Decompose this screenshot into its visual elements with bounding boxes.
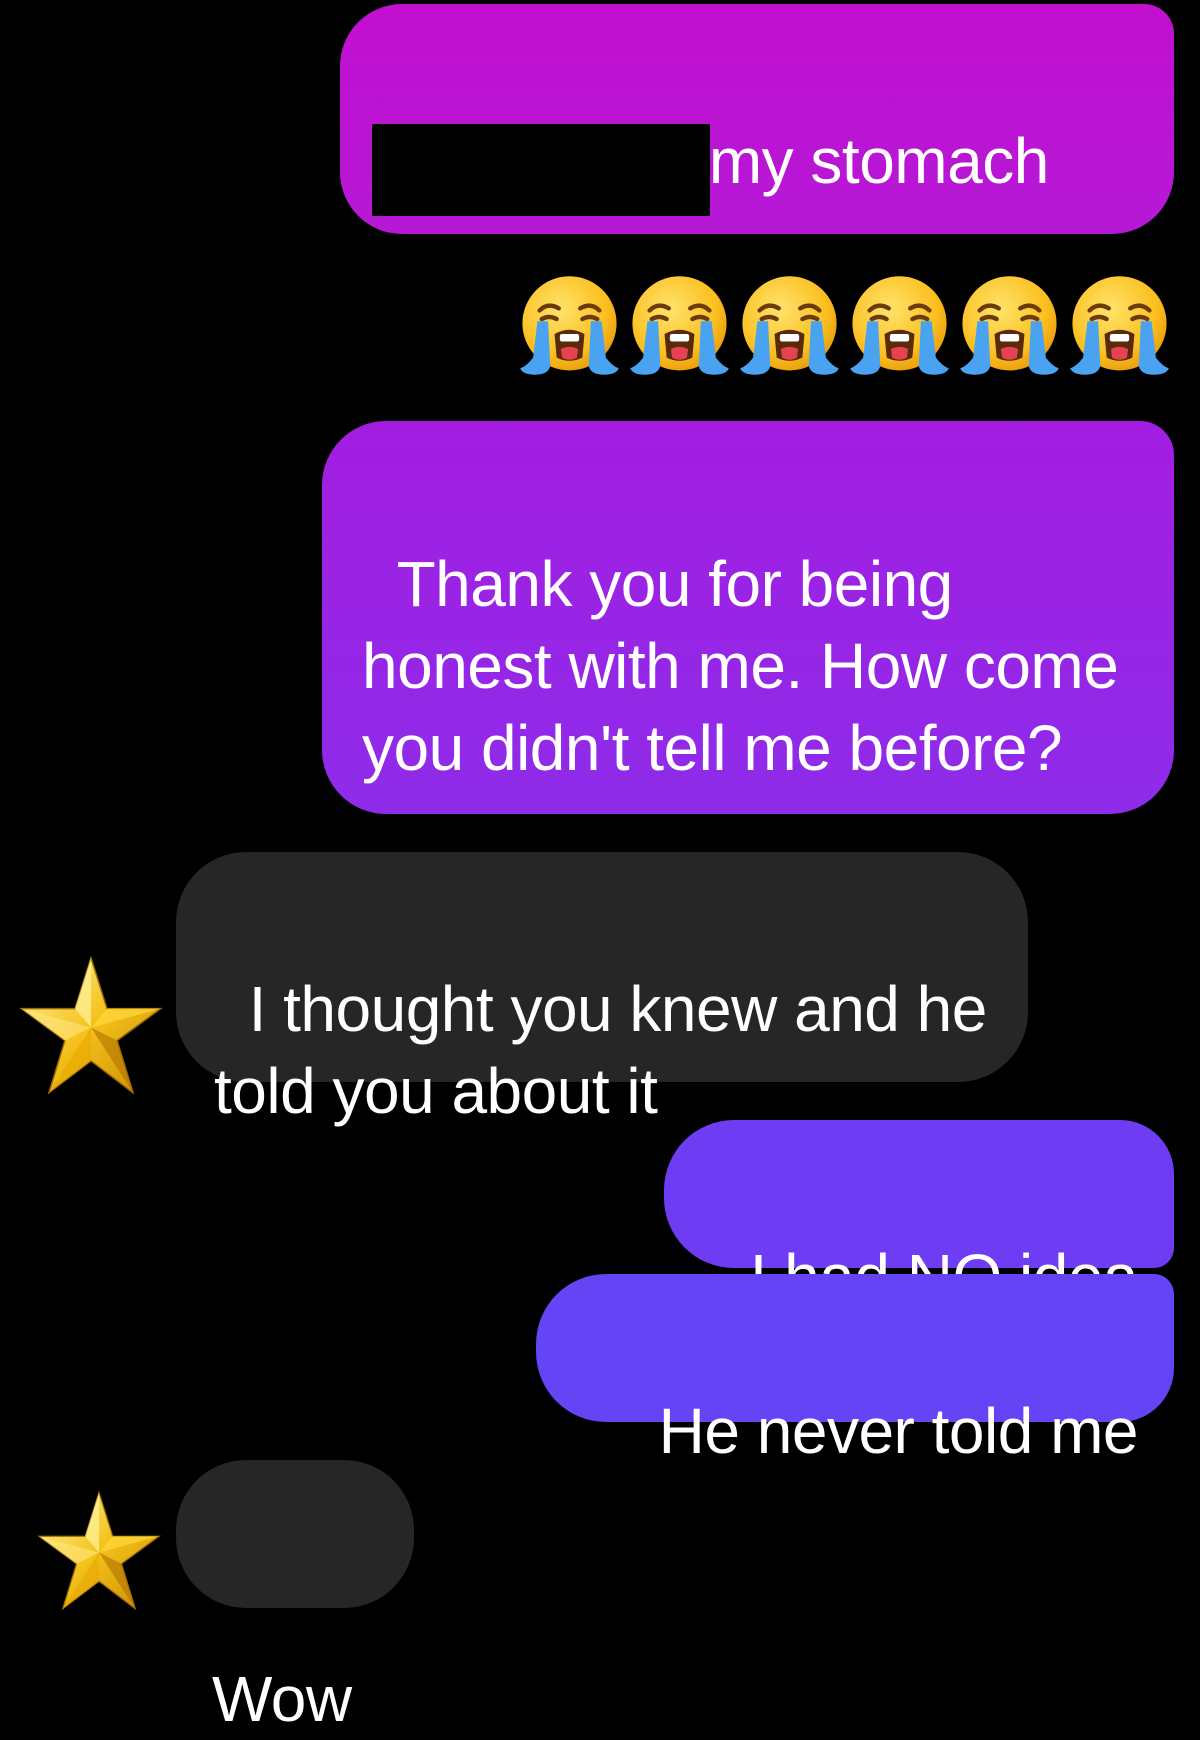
message-text: Thank you for being honest with me. How … — [362, 548, 1136, 784]
crying-face-icon — [626, 272, 733, 379]
message-bubble-sent[interactable]: Thank you for being honest with me. How … — [322, 421, 1174, 814]
crying-face-icon — [516, 272, 623, 379]
message-bubble-received[interactable]: Wow — [176, 1460, 414, 1735]
message-text: He never told me — [658, 1395, 1139, 1467]
message-bubble-sent[interactable]: I had NO idea — [664, 1120, 1174, 1313]
crying-face-icon — [956, 272, 1063, 379]
message-bubble-sent[interactable]: I'm sick to my stomach — [340, 4, 1174, 234]
star-icon[interactable] — [32, 1490, 166, 1615]
redaction-block — [372, 124, 710, 216]
crying-face-icon — [1066, 272, 1173, 379]
message-bubble-received[interactable]: I thought you knew and he told you about… — [176, 852, 1028, 1127]
message-text: I thought you knew and he told you about… — [214, 973, 1005, 1127]
crying-face-icon — [736, 272, 843, 379]
star-icon[interactable] — [16, 955, 166, 1100]
message-bubble-sent[interactable]: He never told me — [536, 1274, 1174, 1467]
crying-face-icon — [846, 272, 953, 379]
emoji-message[interactable] — [516, 272, 1176, 382]
message-text: Wow — [212, 1663, 352, 1735]
